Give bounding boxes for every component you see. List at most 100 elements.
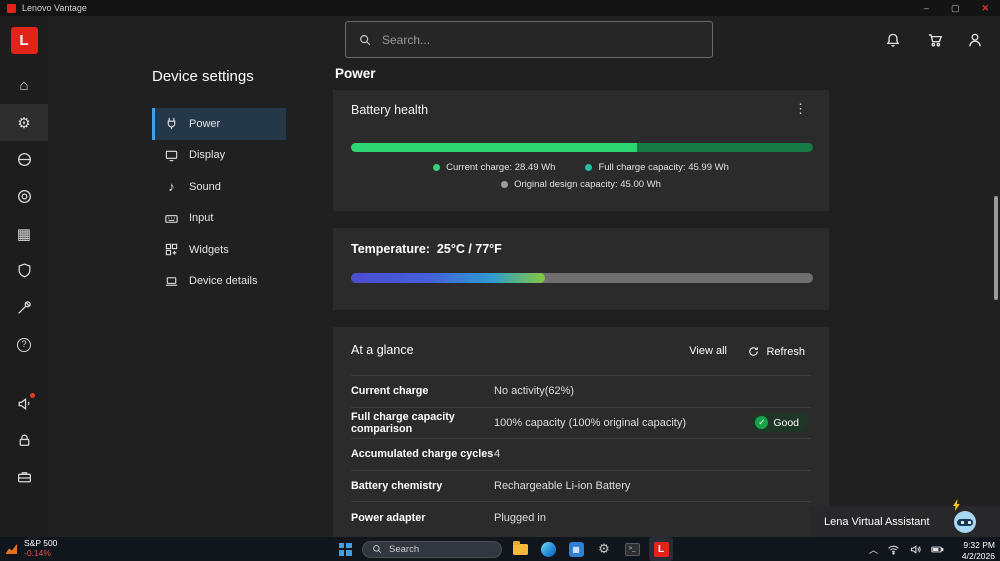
- legend-full-charge-capacity: Full charge capacity: 45.99 Wh: [585, 162, 729, 173]
- kebab-menu-icon[interactable]: ⋮: [794, 101, 807, 117]
- terminal-icon[interactable]: >_: [620, 537, 644, 561]
- lenovo-logo: L: [10, 27, 38, 54]
- app-title: Lenovo Vantage: [22, 3, 87, 13]
- at-a-glance-card: At a glance View all Refresh Current cha…: [333, 327, 829, 561]
- minimize-button[interactable]: –: [924, 3, 929, 13]
- laptop-icon: [165, 276, 178, 286]
- widgets-stock-ticker[interactable]: S&P 500 -0.14%: [5, 538, 57, 559]
- shield-icon[interactable]: [0, 252, 48, 289]
- search-input[interactable]: [382, 32, 700, 47]
- page-title: Power: [335, 66, 376, 81]
- section-title: Device settings: [152, 68, 254, 85]
- clock[interactable]: 9:32 PM 4/2/2026: [962, 540, 995, 561]
- legend-dot: [433, 164, 441, 171]
- stock-chart-icon: [6, 544, 17, 555]
- glance-row-charge-cycles: Accumulated charge cycles 4: [351, 438, 811, 470]
- glance-title: At a glance: [351, 343, 414, 357]
- view-all-link[interactable]: View all: [689, 345, 727, 357]
- target-icon[interactable]: [0, 178, 48, 215]
- store-icon[interactable]: ▦: [564, 537, 588, 561]
- titlebar: Lenovo Vantage – ▢ ✕: [0, 0, 1000, 16]
- lock-icon[interactable]: [0, 422, 48, 459]
- keyboard-icon: [165, 214, 178, 223]
- refresh-icon: [749, 347, 759, 356]
- settings-gear-icon[interactable]: ⚙: [0, 104, 48, 141]
- sound-icon: ♪: [168, 179, 175, 195]
- taskbar-search[interactable]: Search: [362, 540, 502, 558]
- nav-item-input[interactable]: Input: [152, 203, 286, 235]
- search-bar[interactable]: [345, 21, 713, 58]
- start-button[interactable]: [333, 537, 357, 561]
- clock-date: 4/2/2026: [961, 550, 995, 561]
- battery-icon[interactable]: [931, 543, 944, 556]
- home-icon[interactable]: ⌂: [0, 67, 48, 104]
- whats-new-icon[interactable]: [0, 385, 48, 422]
- system-tray: ︿: [869, 537, 944, 561]
- scrollbar[interactable]: [994, 196, 998, 300]
- status-badge: ✓ Good: [751, 413, 809, 433]
- device-settings-nav: Power Display ♪ Sound Input Widgets Devi…: [152, 108, 286, 297]
- device-case-icon[interactable]: [0, 459, 48, 496]
- lightning-icon: [953, 498, 960, 511]
- temperature-title: Temperature: 25°C / 77°F: [351, 242, 502, 256]
- battery-fill: [351, 143, 638, 152]
- cart-icon[interactable]: [926, 31, 944, 49]
- nav-item-sound[interactable]: ♪ Sound: [152, 171, 286, 203]
- temperature-fill: [351, 273, 546, 283]
- close-button[interactable]: ✕: [981, 3, 989, 14]
- glance-row-battery-chemistry: Battery chemistry Rechargeable Li-ion Ba…: [351, 469, 811, 502]
- nav-item-widgets[interactable]: Widgets: [152, 234, 286, 266]
- system-circle-icon[interactable]: [0, 141, 48, 178]
- robot-assistant-icon[interactable]: [953, 498, 976, 533]
- wifi-icon[interactable]: [887, 543, 900, 556]
- legend-dot: [501, 181, 509, 188]
- search-icon: [360, 34, 371, 45]
- lenovo-vantage-taskbar-icon[interactable]: L: [649, 537, 673, 561]
- search-icon: [373, 545, 382, 554]
- power-plug-icon: [167, 118, 176, 130]
- refresh-link[interactable]: Refresh: [747, 345, 805, 358]
- temperature-value: 25°C / 77°F: [436, 242, 502, 256]
- glance-row-current-charge: Current charge No activity(62%): [351, 375, 811, 407]
- volume-icon[interactable]: [909, 543, 922, 556]
- nav-item-device-details[interactable]: Device details: [152, 266, 286, 298]
- display-icon: [165, 150, 178, 161]
- stock-change: -0.14%: [24, 547, 51, 558]
- legend-original-design-capacity: Original design capacity: 45.00 Wh: [501, 179, 661, 190]
- glance-rows: Current charge No activity(62%) Full cha…: [351, 375, 811, 533]
- apps-grid-icon[interactable]: ▦: [0, 215, 48, 252]
- taskbar: S&P 500 -0.14% Search ▦ ⚙ >_ L ︿ 9:32 PM…: [0, 537, 1000, 561]
- help-icon[interactable]: ?: [0, 326, 48, 363]
- windows-logo-icon: [338, 542, 352, 556]
- battery-health-bar: [351, 143, 813, 152]
- glance-row-full-charge-comparison: Full charge capacity comparison 100% cap…: [351, 406, 811, 439]
- assistant-label: Lena Virtual Assistant: [824, 515, 930, 528]
- battery-health-card: Battery health ⋮ Current charge: 28.49 W…: [333, 90, 829, 211]
- edge-browser-icon[interactable]: [536, 537, 560, 561]
- legend-dot: [585, 164, 593, 171]
- battery-legend-row-2: Original design capacity: 45.00 Wh: [333, 179, 829, 190]
- settings-gear-taskbar-icon[interactable]: ⚙: [592, 537, 616, 561]
- widgets-icon: [165, 244, 178, 256]
- nav-item-display[interactable]: Display: [152, 140, 286, 172]
- notification-dot: [30, 393, 35, 398]
- temperature-card: Temperature: 25°C / 77°F: [333, 228, 829, 310]
- check-icon: ✓: [755, 416, 769, 430]
- app-logo-icon: [7, 3, 16, 13]
- battery-legend-row-1: Current charge: 28.49 Wh Full charge cap…: [333, 162, 829, 173]
- legend-current-charge: Current charge: 28.49 Wh: [433, 162, 555, 173]
- icon-rail: L ⌂ ⚙ ▦ ?: [0, 16, 48, 537]
- glance-row-power-adapter: Power adapter Plugged in: [351, 501, 811, 533]
- clock-time: 9:32 PM: [963, 540, 995, 550]
- tools-icon[interactable]: [0, 289, 48, 326]
- account-icon[interactable]: [966, 31, 984, 49]
- file-explorer-icon[interactable]: [508, 537, 532, 561]
- maximize-button[interactable]: ▢: [951, 3, 960, 14]
- temperature-bar: [351, 273, 813, 283]
- nav-item-power[interactable]: Power: [152, 108, 286, 140]
- battery-card-title: Battery health: [351, 103, 429, 117]
- virtual-assistant-bar[interactable]: Lena Virtual Assistant: [810, 498, 1000, 537]
- notifications-bell-icon[interactable]: [884, 31, 902, 49]
- lenovo-vantage-window: Lenovo Vantage – ▢ ✕ L ⌂ ⚙ ▦ ? Device se…: [0, 0, 1000, 561]
- tray-chevron-icon[interactable]: ︿: [869, 543, 878, 556]
